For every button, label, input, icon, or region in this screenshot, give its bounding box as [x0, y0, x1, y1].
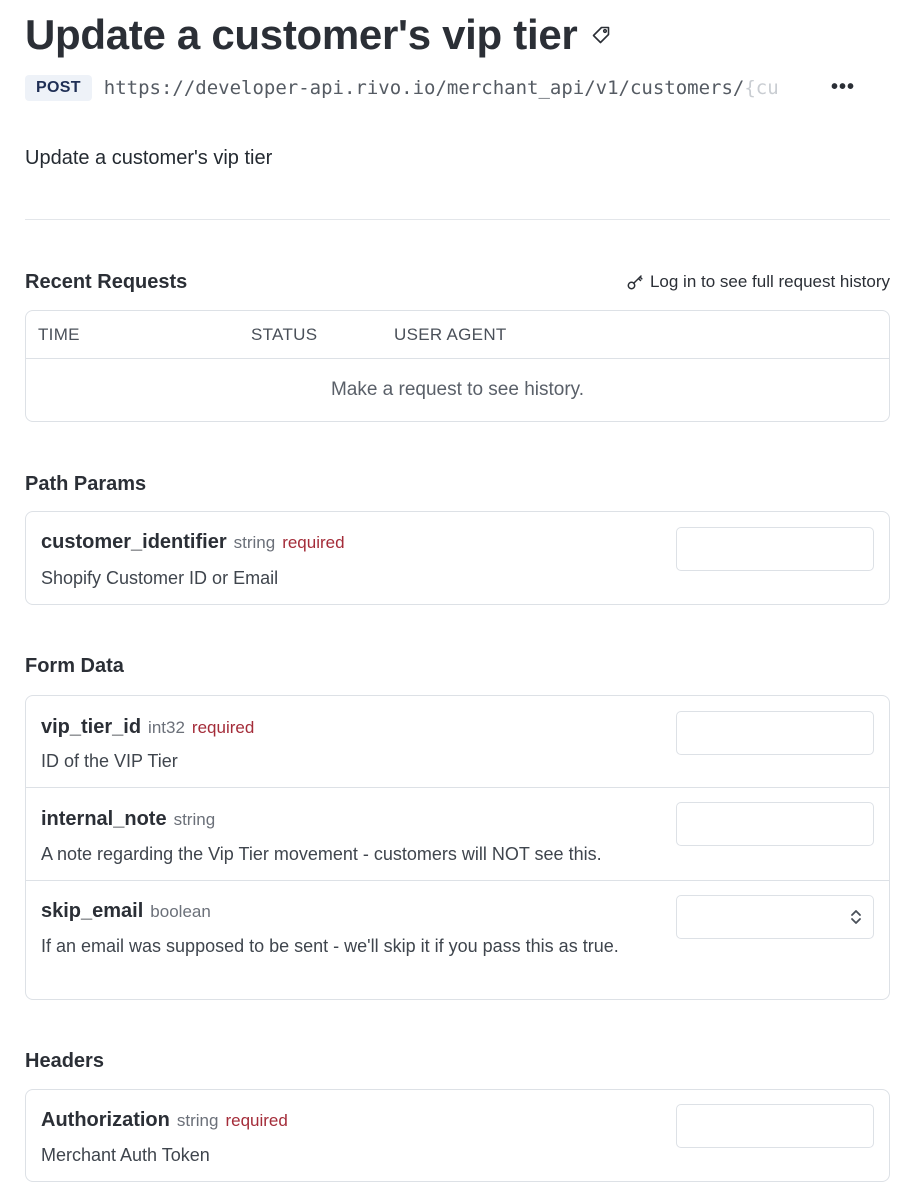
- empty-history-message: Make a request to see history.: [330, 379, 585, 400]
- divider: [25, 219, 890, 220]
- recent-requests-table: TIME STATUS USER AGENT Make a request to…: [25, 310, 890, 422]
- param-name: internal_note: [41, 808, 167, 830]
- param-authorization: Authorization string required Merchant A…: [26, 1090, 889, 1181]
- param-required: required: [191, 718, 255, 737]
- param-name-line: Authorization string required: [41, 1109, 288, 1132]
- page-title: Update a customer's vip tier: [25, 11, 578, 58]
- column-status[interactable]: STATUS: [251, 325, 317, 345]
- internal-note-input[interactable]: [676, 802, 874, 846]
- chevron-up-down-icon: [851, 910, 861, 924]
- param-name: customer_identifier: [41, 531, 227, 553]
- param-description: Merchant Auth Token: [41, 1145, 210, 1165]
- path-params-title: Path Params: [25, 473, 147, 495]
- skip-email-select[interactable]: [676, 895, 874, 939]
- param-vip-tier-id: vip_tier_id int32 required ID of the VIP…: [26, 696, 889, 788]
- param-description: A note regarding the Vip Tier movement -…: [41, 844, 602, 864]
- tag-icon[interactable]: [591, 25, 611, 45]
- param-type: string: [176, 1111, 219, 1130]
- endpoint-url[interactable]: https://developer-api.rivo.io/merchant_a…: [104, 77, 819, 99]
- param-internal-note: internal_note string A note regarding th…: [26, 788, 889, 881]
- endpoint-description: Update a customer's vip tier: [25, 147, 273, 169]
- param-name: skip_email: [41, 900, 144, 922]
- key-icon: [626, 273, 644, 291]
- recent-requests-title: Recent Requests: [25, 271, 188, 293]
- more-options-button[interactable]: •••: [831, 77, 855, 97]
- param-required: required: [225, 1111, 288, 1130]
- form-data-card: vip_tier_id int32 required ID of the VIP…: [25, 695, 890, 1000]
- param-name: vip_tier_id: [41, 716, 142, 738]
- authorization-input[interactable]: [676, 1104, 874, 1148]
- param-skip-email: skip_email boolean If an email was suppo…: [26, 881, 889, 999]
- form-data-title: Form Data: [25, 655, 124, 677]
- param-required: required: [282, 533, 345, 552]
- param-name-line: internal_note string: [41, 808, 215, 831]
- column-time[interactable]: TIME: [38, 325, 80, 345]
- param-customer-identifier: customer_identifier string required Shop…: [26, 512, 889, 604]
- param-type: string: [173, 810, 216, 829]
- method-badge: POST: [25, 75, 92, 101]
- param-type: boolean: [150, 902, 211, 921]
- title-row: Update a customer's vip tier: [25, 10, 611, 60]
- param-description: If an email was supposed to be sent - we…: [41, 936, 619, 956]
- customer-identifier-input[interactable]: [676, 527, 874, 571]
- param-name-line: skip_email boolean: [41, 900, 211, 923]
- path-params-card: customer_identifier string required Shop…: [25, 511, 890, 605]
- login-history-label: Log in to see full request history: [649, 272, 890, 291]
- login-history-link[interactable]: Log in to see full request history: [626, 272, 890, 292]
- endpoint-url-param: {cu: [744, 77, 779, 99]
- endpoint-row: POST https://developer-api.rivo.io/merch…: [25, 73, 890, 103]
- vip-tier-id-input[interactable]: [676, 711, 874, 755]
- param-description: ID of the VIP Tier: [41, 751, 178, 771]
- endpoint-url-text: https://developer-api.rivo.io/merchant_a…: [103, 77, 745, 99]
- headers-title: Headers: [25, 1050, 104, 1072]
- param-description: Shopify Customer ID or Email: [41, 568, 279, 588]
- column-user-agent[interactable]: USER AGENT: [394, 325, 507, 345]
- table-header: TIME STATUS USER AGENT: [26, 311, 889, 359]
- param-type: int32: [148, 718, 185, 737]
- headers-card: Authorization string required Merchant A…: [25, 1089, 890, 1182]
- param-type: string: [233, 533, 276, 552]
- param-name: Authorization: [41, 1109, 170, 1131]
- param-name-line: vip_tier_id int32 required: [41, 716, 254, 739]
- param-name-line: customer_identifier string required: [41, 531, 345, 554]
